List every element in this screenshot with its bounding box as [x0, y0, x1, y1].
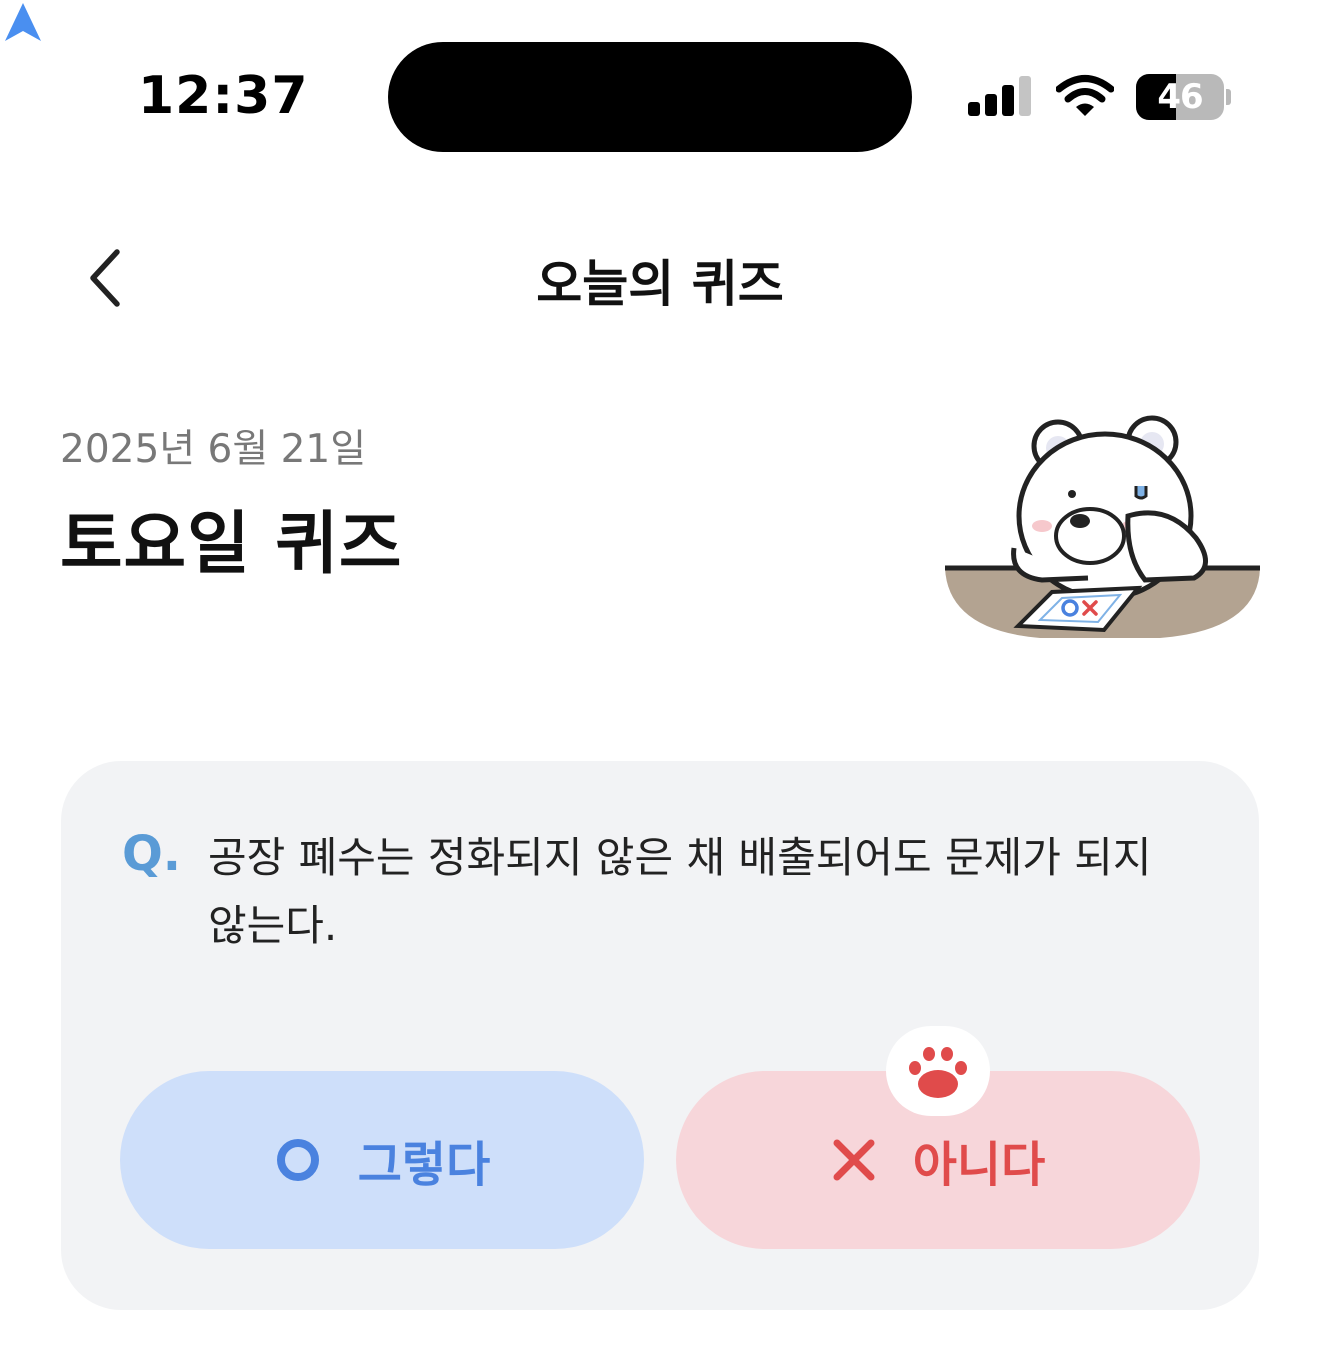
answer-no-label: 아니다 [912, 1137, 1046, 1193]
bear-mascot-illustration [945, 415, 1260, 638]
status-time: 12:37 [138, 66, 309, 126]
question-marker: Q. [122, 826, 182, 882]
circle-o-icon [274, 1136, 322, 1184]
battery-level: 46 [1157, 77, 1203, 117]
quiz-screen: 12:37 46 오늘의 퀴즈 2025년 6월 21일 토요일 퀴즈 Q. 공… [0, 0, 1320, 1359]
page-title: 오늘의 퀴즈 [536, 255, 784, 313]
navigation-arrow-icon [5, 3, 41, 41]
answer-yes-label: 그렇다 [357, 1137, 491, 1193]
answer-yes-button[interactable]: 그렇다 [120, 1071, 644, 1249]
battery-cap [1226, 89, 1231, 105]
quiz-heading: 토요일 퀴즈 [60, 505, 403, 584]
dynamic-island [388, 42, 912, 152]
question-text: 공장 폐수는 정화되지 않은 채 배출되어도 문제가 되지 않는다. [208, 833, 1152, 950]
wifi-icon [1056, 75, 1114, 116]
x-cross-icon [831, 1137, 877, 1183]
paw-print-icon [886, 1026, 990, 1116]
battery-icon: 46 [1136, 74, 1224, 120]
cellular-signal-icon [968, 76, 1031, 116]
quiz-date: 2025년 6월 21일 [60, 427, 367, 472]
